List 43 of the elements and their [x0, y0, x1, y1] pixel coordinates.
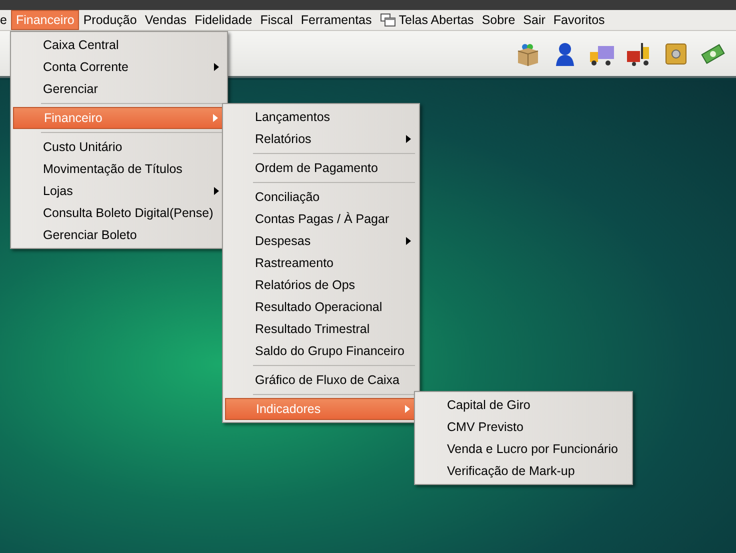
menu-item[interactable]: Relatórios de Ops — [225, 274, 417, 296]
menu-item[interactable]: Lojas — [13, 180, 225, 202]
menu-item[interactable]: CMV Previsto — [417, 416, 630, 438]
submenu-arrow-icon — [214, 63, 219, 71]
safe-icon[interactable] — [663, 40, 689, 66]
menu-item[interactable]: Movimentação de Títulos — [13, 158, 225, 180]
submenu-arrow-icon — [406, 237, 411, 245]
menu-item[interactable]: Rastreamento — [225, 252, 417, 274]
forklift-icon[interactable] — [626, 40, 652, 66]
menu-item[interactable]: e — [0, 10, 11, 30]
menu-item[interactable]: Saldo do Grupo Financeiro — [225, 340, 417, 362]
submenu-arrow-icon — [406, 135, 411, 143]
menu-item[interactable]: Gerenciar — [13, 78, 225, 100]
windows-icon — [380, 13, 396, 27]
menu-item[interactable]: Fiscal — [256, 10, 297, 30]
menu-item[interactable]: Conta Corrente — [13, 56, 225, 78]
menu-item[interactable]: Consulta Boleto Digital(Pense) — [13, 202, 225, 224]
menu-item[interactable]: Conciliação — [225, 186, 417, 208]
menu-item[interactable]: Resultado Trimestral — [225, 318, 417, 340]
submenu-arrow-icon — [405, 405, 410, 413]
menu-item[interactable]: Ordem de Pagamento — [225, 157, 417, 179]
menu-item[interactable]: Resultado Operacional — [225, 296, 417, 318]
menu-item[interactable]: Caixa Central — [13, 34, 225, 56]
menu-item[interactable]: Ferramentas — [296, 10, 376, 30]
menu-item[interactable]: Venda e Lucro por Funcionário — [417, 438, 630, 460]
menu-item[interactable]: Capital de Giro — [417, 394, 630, 416]
menu-item[interactable]: Despesas — [225, 230, 417, 252]
menu-item[interactable]: Produção — [79, 10, 141, 30]
submenu-arrow-icon — [214, 187, 219, 195]
menu-item[interactable]: Telas Abertas — [376, 10, 478, 30]
menu-item[interactable]: Favoritos — [549, 10, 609, 30]
menu-item[interactable]: Contas Pagas / À Pagar — [225, 208, 417, 230]
menu-item[interactable]: Custo Unitário — [13, 136, 225, 158]
menu-item[interactable]: Vendas — [140, 10, 191, 30]
menu-item[interactable]: Sobre — [478, 10, 520, 30]
menu-item[interactable]: Fidelidade — [190, 10, 256, 30]
menu-item[interactable]: Gerenciar Boleto — [13, 224, 225, 246]
menu-item[interactable]: Verificação de Mark-up — [417, 460, 630, 482]
menu-item[interactable]: Relatórios — [225, 128, 417, 150]
menu-item[interactable]: Lançamentos — [225, 106, 417, 128]
menu-item[interactable]: Sair — [519, 10, 550, 30]
submenu-arrow-icon — [213, 114, 218, 122]
menu-item[interactable]: Gráfico de Fluxo de Caixa — [225, 369, 417, 391]
